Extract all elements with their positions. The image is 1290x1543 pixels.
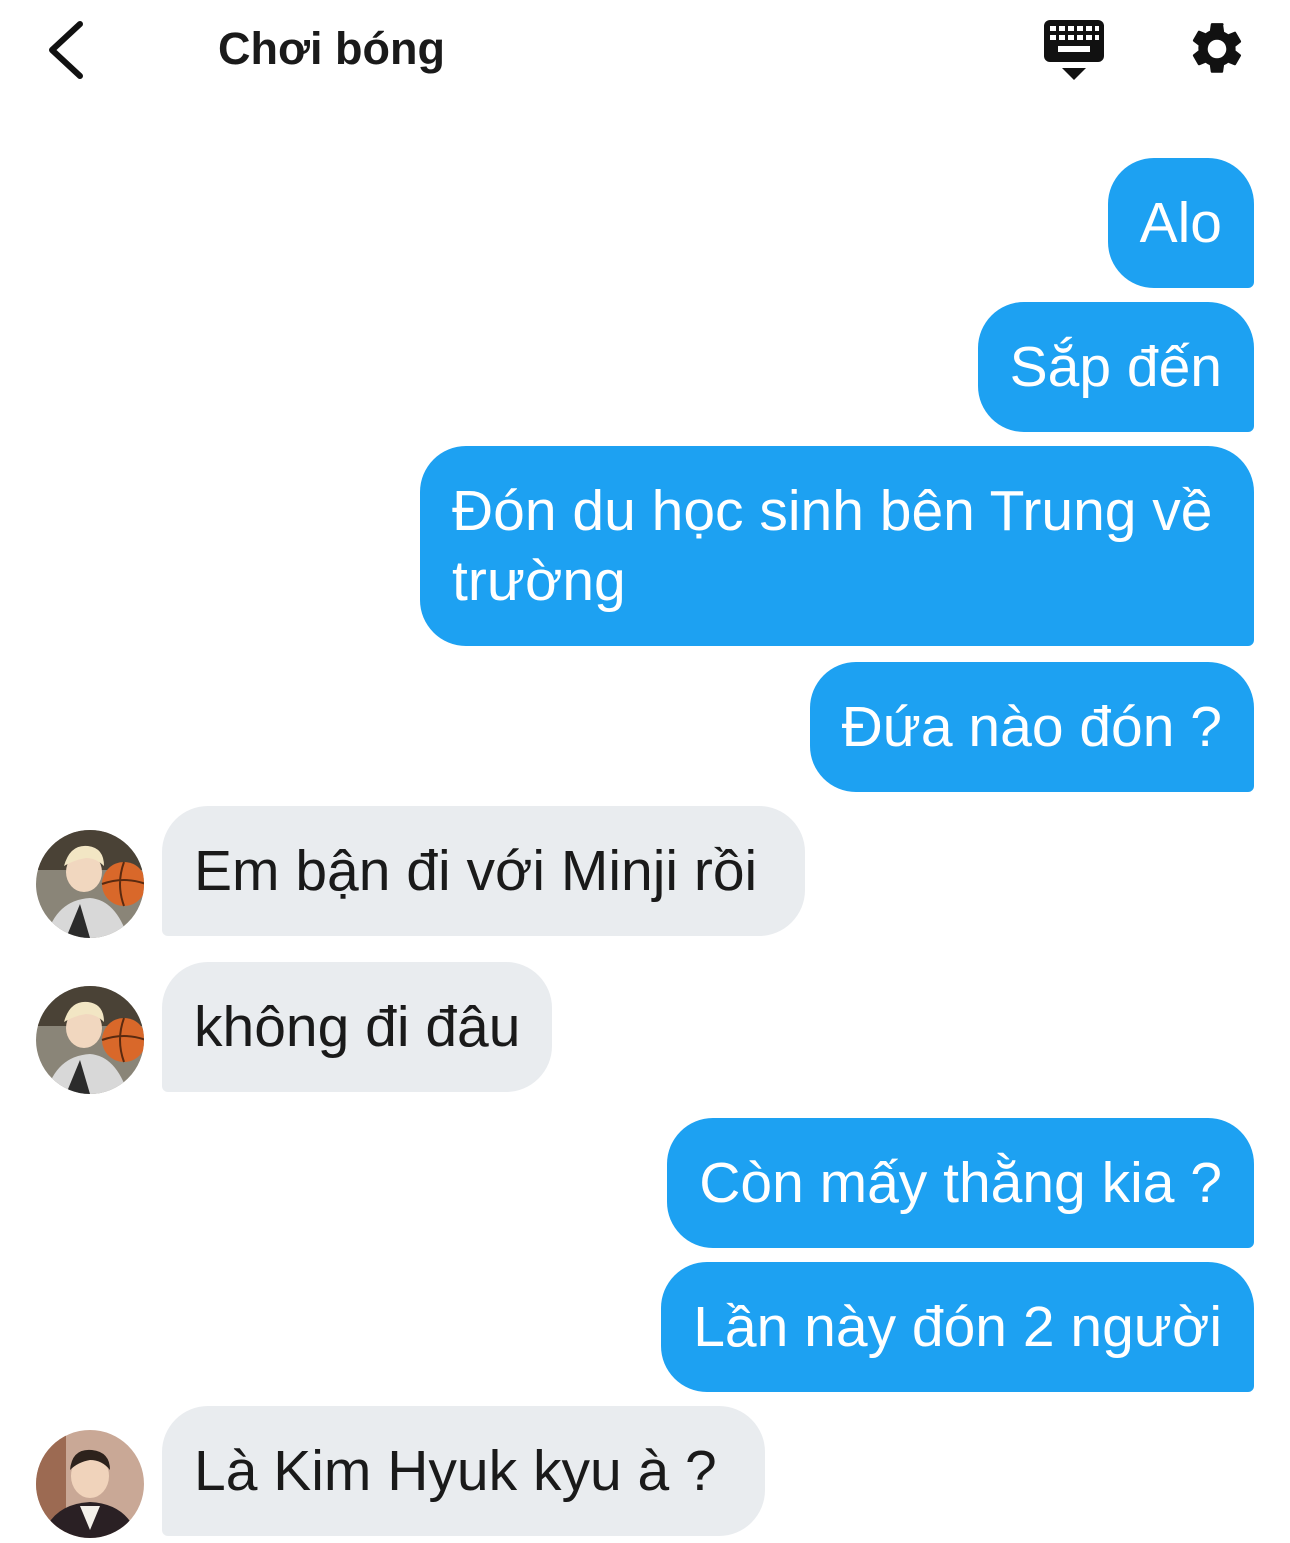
message-text: Alo <box>1139 191 1222 255</box>
message-text: không đi đâu <box>194 995 521 1059</box>
message-text: Đứa nào đón ? <box>841 695 1222 759</box>
message-text: Sắp đến <box>1009 335 1222 399</box>
keyboard-hide-icon[interactable] <box>1040 16 1108 84</box>
message-bubble-outgoing[interactable]: Đón du học sinh bên Trung về trường <box>420 446 1254 646</box>
gear-icon[interactable] <box>1186 18 1248 80</box>
message-text: Lần này đón 2 người <box>693 1295 1222 1359</box>
message-text: Em bận đi với Minji rồi <box>194 839 758 903</box>
message-text: Là Kim Hyuk kyu à ? <box>194 1439 717 1503</box>
avatar-suit[interactable] <box>36 1430 144 1538</box>
avatar-basketball[interactable] <box>36 986 144 1094</box>
avatar-basketball[interactable] <box>36 830 144 938</box>
message-bubble-incoming[interactable]: không đi đâu <box>162 962 553 1092</box>
chat-title: Chơi bóng <box>218 23 445 74</box>
message-bubble-outgoing[interactable]: Sắp đến <box>977 302 1254 432</box>
chat-header: Chơi bóng <box>0 0 1290 100</box>
message-bubble-outgoing[interactable]: Đứa nào đón ? <box>809 662 1254 792</box>
message-bubble-incoming[interactable]: Em bận đi với Minji rồi <box>162 806 806 936</box>
message-bubble-outgoing[interactable]: Còn mấy thằng kia ? <box>667 1118 1254 1248</box>
message-text: Đón du học sinh bên Trung về trường <box>452 479 1213 613</box>
message-bubble-incoming[interactable]: Là Kim Hyuk kyu à ? <box>162 1406 765 1536</box>
message-bubble-outgoing[interactable]: Alo <box>1107 158 1254 288</box>
chevron-left-icon[interactable] <box>40 18 100 82</box>
message-bubble-outgoing[interactable]: Lần này đón 2 người <box>661 1262 1254 1392</box>
message-text: Còn mấy thằng kia ? <box>699 1151 1222 1215</box>
